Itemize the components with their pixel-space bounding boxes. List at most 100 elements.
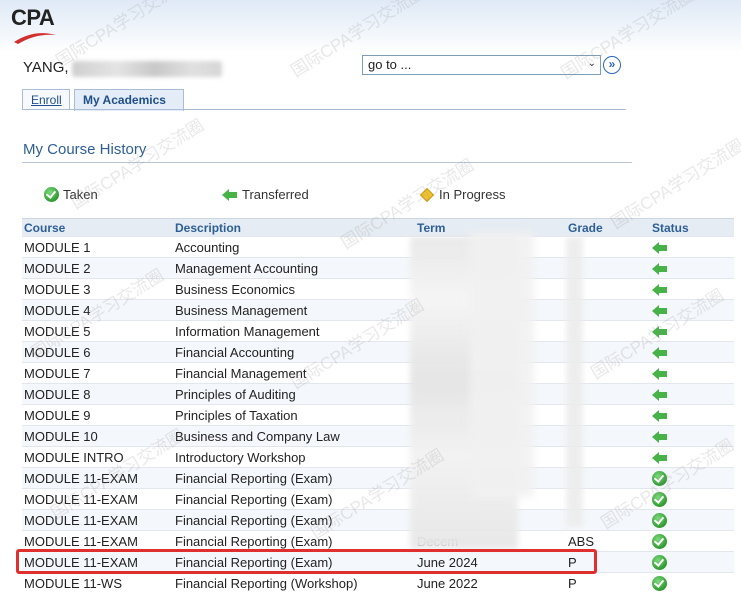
check-circle-icon (652, 471, 667, 487)
status-cell (650, 278, 734, 300)
header-band (0, 0, 741, 52)
course-cell: MODULE 11-EXAM (22, 509, 173, 531)
legend-taken-label: Taken (63, 187, 98, 202)
course-cell: MODULE INTRO (22, 446, 173, 468)
description-cell: Financial Reporting (Exam) (173, 467, 415, 489)
diamond-icon (419, 187, 435, 202)
arrow-left-icon (652, 431, 668, 444)
course-cell: MODULE 6 (22, 341, 173, 363)
goto-submit-button[interactable]: » (603, 56, 621, 74)
course-history-table: Course Description Term Grade Status MOD… (22, 218, 734, 594)
highlight-box (16, 549, 597, 574)
column-header-course[interactable]: Course (22, 218, 173, 237)
check-circle-icon (652, 513, 667, 529)
term-cell: June 2022 (415, 572, 566, 594)
table-row: MODULE 11-EXAM Financial Reporting (Exam) (22, 467, 734, 489)
status-cell (650, 530, 734, 552)
tab-enroll[interactable]: Enroll (22, 89, 70, 110)
arrow-left-icon (652, 389, 668, 402)
legend-taken: Taken (44, 187, 98, 202)
status-cell (650, 572, 734, 594)
table-row: MODULE 7 Financial Management (22, 362, 734, 384)
table-row: MODULE 4 Business Management (22, 299, 734, 321)
status-cell (650, 425, 734, 447)
redacted-user-name (72, 61, 222, 77)
arrow-left-icon (652, 242, 668, 255)
course-cell: MODULE 11-WS (22, 572, 173, 594)
course-cell: MODULE 11-EXAM (22, 488, 173, 510)
course-cell: MODULE 7 (22, 362, 173, 384)
status-cell (650, 509, 734, 531)
status-cell (650, 236, 734, 258)
tab-bar-divider (22, 109, 626, 110)
description-cell: Financial Management (173, 362, 415, 384)
arrow-left-icon (652, 368, 668, 381)
description-cell: Financial Accounting (173, 341, 415, 363)
column-header-status[interactable]: Status (650, 218, 734, 237)
legend-in-progress-label: In Progress (439, 187, 506, 202)
table-row: MODULE 2 Management Accounting (22, 257, 734, 279)
course-cell: MODULE 9 (22, 404, 173, 426)
description-cell: Financial Reporting (Exam) (173, 509, 415, 531)
description-cell: Financial Reporting (Workshop) (173, 572, 415, 594)
description-cell: Management Accounting (173, 257, 415, 279)
table-row: MODULE 11-WS Financial Reporting (Worksho… (22, 572, 734, 594)
table-row: MODULE 11-EXAM Financial Reporting (Exam) (22, 509, 734, 531)
arrow-left-icon (652, 410, 668, 423)
logo-swoosh-icon (14, 33, 56, 44)
course-cell: MODULE 10 (22, 425, 173, 447)
legend-transferred: Transferred (222, 187, 309, 202)
chevron-down-icon: ⌄ (587, 58, 596, 69)
redacted-grade-column (566, 237, 583, 527)
course-cell: MODULE 1 (22, 236, 173, 258)
table-header-row: Course Description Term Grade Status (22, 218, 734, 237)
arrow-left-icon (652, 284, 668, 297)
status-cell (650, 320, 734, 342)
table-row: MODULE 8 Principles of Auditing (22, 383, 734, 405)
redacted-term-column-2 (470, 232, 534, 497)
status-cell (650, 383, 734, 405)
course-cell: MODULE 5 (22, 320, 173, 342)
table-row: MODULE 9 Principles of Taxation (22, 404, 734, 426)
course-cell: MODULE 4 (22, 299, 173, 321)
logo-text: CPA (11, 5, 55, 30)
description-cell: Business Management (173, 299, 415, 321)
legend-transferred-label: Transferred (242, 187, 309, 202)
tab-my-academics[interactable]: My Academics (74, 89, 184, 111)
goto-select[interactable]: go to ... ⌄ (362, 55, 601, 75)
description-cell: Business and Company Law (173, 425, 415, 447)
description-cell: Financial Reporting (Exam) (173, 488, 415, 510)
check-circle-icon (652, 576, 667, 592)
description-cell: Information Management (173, 320, 415, 342)
column-header-grade[interactable]: Grade (566, 218, 650, 237)
description-cell: Business Economics (173, 278, 415, 300)
table-row: MODULE 5 Information Management (22, 320, 734, 342)
course-cell: MODULE 8 (22, 383, 173, 405)
user-name: YANG, (23, 59, 69, 76)
description-cell: Principles of Taxation (173, 404, 415, 426)
description-cell: Introductory Workshop (173, 446, 415, 468)
arrow-left-icon (222, 188, 238, 201)
table-row: MODULE 3 Business Economics (22, 278, 734, 300)
course-cell: MODULE 3 (22, 278, 173, 300)
status-cell (650, 467, 734, 489)
section-divider (22, 162, 632, 163)
check-circle-icon (652, 492, 667, 508)
description-cell: Accounting (173, 236, 415, 258)
status-cell (650, 404, 734, 426)
column-header-description[interactable]: Description (173, 218, 415, 237)
arrow-left-icon (652, 452, 668, 465)
status-cell (650, 257, 734, 279)
table-row: MODULE 6 Financial Accounting (22, 341, 734, 363)
arrow-left-icon (652, 347, 668, 360)
cpa-logo: CPA (8, 5, 68, 49)
page-title: My Course History (23, 141, 147, 158)
course-cell: MODULE 11-EXAM (22, 467, 173, 489)
legend-in-progress: In Progress (419, 187, 505, 202)
arrow-left-icon (652, 305, 668, 318)
course-cell: MODULE 2 (22, 257, 173, 279)
table-row: MODULE 11-EXAM Financial Reporting (Exam) (22, 488, 734, 510)
check-circle-icon (44, 187, 59, 202)
table-row: MODULE INTRO Introductory Workshop (22, 446, 734, 468)
status-cell (650, 362, 734, 384)
